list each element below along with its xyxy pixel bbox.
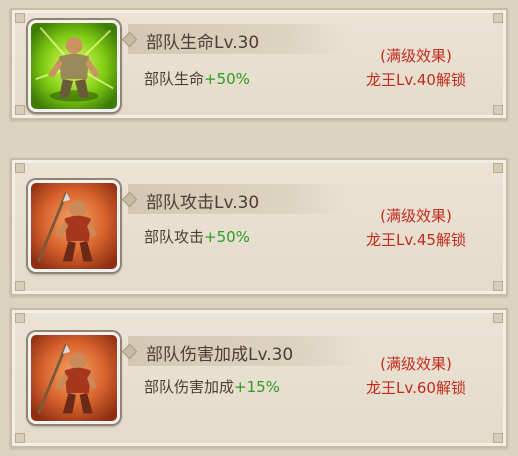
effect-bonus: +50%: [204, 70, 250, 88]
card-corner: [493, 433, 503, 443]
card-corner: [493, 313, 503, 323]
card-corner: [15, 163, 25, 173]
skill-title: 部队伤害加成Lv.30: [146, 345, 294, 365]
skill-card-troop-damage: 部队伤害加成Lv.30 部队伤害加成+15% (满级效果) 龙王Lv.60解锁: [10, 308, 508, 448]
soldier-green-icon[interactable]: [28, 20, 120, 112]
skill-card-troop-attack: 部队攻击Lv.30 部队攻击+50% (满级效果) 龙王Lv.45解锁: [10, 158, 508, 296]
unlock-requirement: 龙王Lv.40解锁: [366, 71, 466, 89]
unlock-info: (满级效果) 龙王Lv.40解锁: [346, 44, 486, 92]
unlock-info: (满级效果) 龙王Lv.60解锁: [346, 352, 486, 400]
unlock-requirement: 龙王Lv.45解锁: [366, 231, 466, 249]
unlock-requirement: 龙王Lv.60解锁: [366, 379, 466, 397]
card-corner: [15, 281, 25, 291]
skill-effect: 部队攻击+50%: [144, 226, 250, 247]
card-corner: [493, 163, 503, 173]
spearman-red-icon-art: [31, 335, 117, 421]
card-corner: [15, 313, 25, 323]
max-level-label: (满级效果): [380, 47, 452, 65]
effect-name: 部队攻击: [144, 228, 205, 246]
card-corner: [493, 13, 503, 23]
spearman-red-icon[interactable]: [28, 180, 120, 272]
max-level-label: (满级效果): [380, 207, 452, 225]
card-corner: [15, 13, 25, 23]
skill-effect: 部队生命+50%: [144, 68, 250, 89]
spearman-red-icon-art: [31, 183, 117, 269]
effect-name: 部队伤害加成: [144, 378, 235, 396]
max-level-label: (满级效果): [380, 355, 452, 373]
card-corner: [15, 105, 25, 115]
card-corner: [493, 281, 503, 291]
card-corner: [493, 105, 503, 115]
unlock-info: (满级效果) 龙王Lv.45解锁: [346, 204, 486, 252]
soldier-green-icon-art: [31, 23, 117, 109]
skill-title: 部队生命Lv.30: [146, 33, 260, 53]
card-corner: [15, 433, 25, 443]
skill-effect: 部队伤害加成+15%: [144, 376, 280, 397]
effect-bonus: +15%: [234, 378, 280, 396]
effect-bonus: +50%: [204, 228, 250, 246]
effect-name: 部队生命: [144, 70, 205, 88]
skill-card-troop-hp: 部队生命Lv.30 部队生命+50% (满级效果) 龙王Lv.40解锁: [10, 8, 508, 120]
spearman-red-icon[interactable]: [28, 332, 120, 424]
skill-title: 部队攻击Lv.30: [146, 193, 260, 213]
